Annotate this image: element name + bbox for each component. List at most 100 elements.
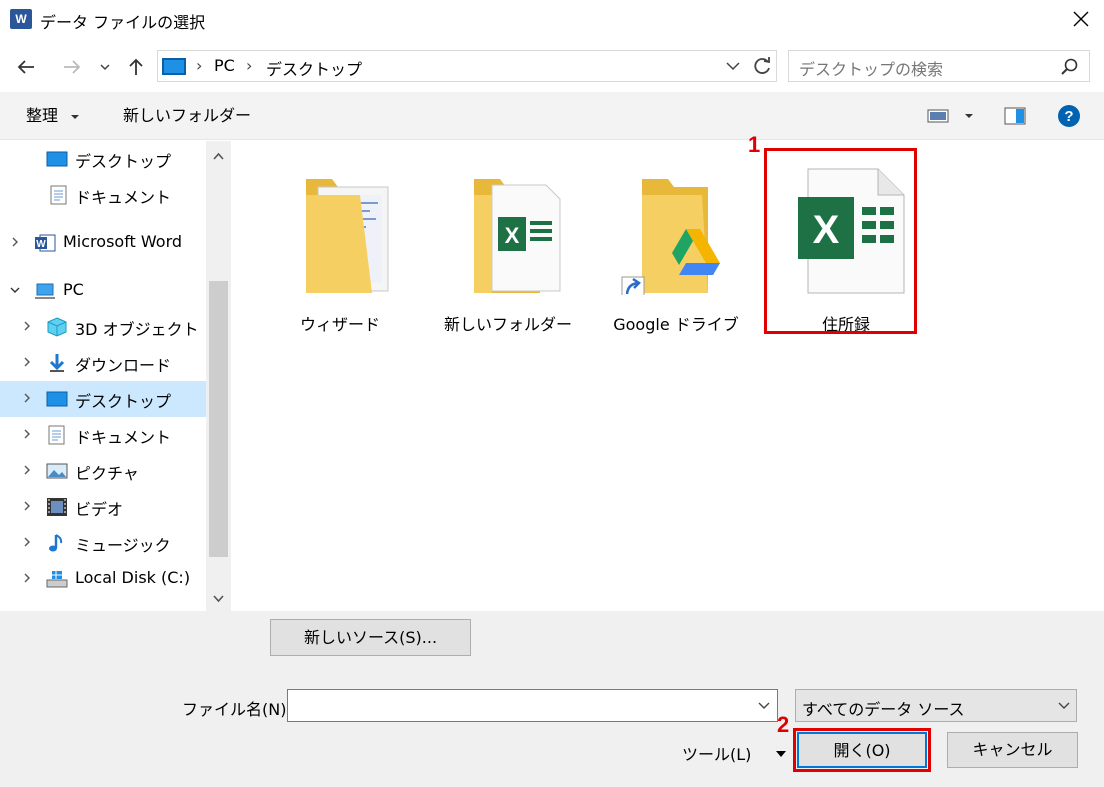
chevron-down-icon <box>726 62 740 71</box>
address-dropdown-button[interactable] <box>722 52 744 80</box>
caret-down-icon <box>965 114 974 118</box>
folder-excel-icon: X <box>474 179 561 293</box>
annotation-number-2: 2 <box>777 712 790 737</box>
svg-text:?: ? <box>1064 108 1073 125</box>
svg-text:X: X <box>505 223 520 248</box>
svg-text:W: W <box>36 239 46 250</box>
help-icon: ? <box>1058 105 1080 127</box>
search-box[interactable]: デスクトップの検索 <box>788 50 1090 82</box>
organize-button[interactable]: 整理 <box>26 104 81 128</box>
file-item-wizard[interactable]: ウィザード <box>265 155 415 334</box>
file-type-select[interactable]: すべてのデータ ソース <box>795 689 1077 722</box>
sidebar-scrollbar[interactable] <box>206 141 231 611</box>
folder-google-drive-icon <box>621 179 720 295</box>
forward-button[interactable] <box>58 52 86 82</box>
help-button[interactable]: ? <box>1057 104 1081 128</box>
chevron-right-icon[interactable] <box>20 463 34 477</box>
sidebar-item-documents-quick[interactable]: ドキュメント <box>0 177 206 213</box>
3d-objects-icon <box>47 317 67 337</box>
preview-pane-button[interactable] <box>1003 104 1027 128</box>
chevron-right-icon[interactable] <box>20 535 34 549</box>
folder-icon <box>306 179 389 293</box>
tools-label: ツール(L) <box>682 745 752 764</box>
disk-icon <box>46 571 68 588</box>
chevron-down-icon <box>100 64 110 71</box>
file-type-value: すべてのデータ ソース <box>802 700 965 719</box>
sidebar-item-desktop[interactable]: デスクトップ <box>0 381 206 417</box>
chevron-right-icon[interactable] <box>20 319 34 333</box>
address-bar[interactable]: › PC › デスクトップ <box>157 50 777 82</box>
chevron-right-icon: › <box>246 56 253 75</box>
annotation-box-1 <box>764 148 917 334</box>
refresh-button[interactable] <box>749 52 775 80</box>
recent-locations-button[interactable] <box>94 52 116 82</box>
desktop-icon <box>46 151 68 167</box>
preview-pane-icon <box>1004 107 1026 125</box>
file-label: ウィザード <box>299 315 380 334</box>
organize-label: 整理 <box>26 106 59 125</box>
file-item-new-folder[interactable]: X 新しいフォルダー <box>433 155 583 334</box>
caret-down-icon <box>775 751 786 757</box>
sidebar-item-videos[interactable]: ビデオ <box>0 489 206 525</box>
sidebar-item-pictures[interactable]: ピクチャ <box>0 453 206 489</box>
breadcrumb-pc[interactable]: PC <box>214 56 235 75</box>
caret-down-icon <box>71 114 80 119</box>
navigation-pane[interactable]: デスクトップ ドキュメント W Microsoft Word PC 3D オブジ… <box>0 141 231 611</box>
chevron-down-icon[interactable] <box>756 698 772 714</box>
tools-button[interactable]: ツール(L) <box>682 741 787 765</box>
chevron-right-icon[interactable] <box>20 499 34 513</box>
chevron-up-icon[interactable] <box>211 149 226 164</box>
pc-icon <box>35 283 55 299</box>
view-icon <box>927 109 949 123</box>
close-button[interactable] <box>1064 4 1098 34</box>
chevron-down-icon[interactable] <box>8 283 22 297</box>
window-title: データ ファイルの選択 <box>40 13 206 32</box>
back-button[interactable] <box>12 52 40 82</box>
breadcrumb-desktop[interactable]: デスクトップ <box>266 56 362 80</box>
annotation-box-2 <box>793 728 931 772</box>
cancel-button[interactable]: キャンセル <box>947 732 1078 768</box>
music-icon <box>49 534 63 552</box>
arrow-left-icon <box>17 60 34 74</box>
file-item-google-drive[interactable]: Google ドライブ <box>601 155 751 334</box>
document-icon <box>48 425 65 445</box>
desktop-icon <box>46 391 68 407</box>
word-icon: W <box>35 234 56 252</box>
chevron-right-icon[interactable] <box>20 355 34 369</box>
sidebar-item-downloads[interactable]: ダウンロード <box>0 345 206 381</box>
sidebar-item-desktop-quick[interactable]: デスクトップ <box>0 141 206 177</box>
sidebar-item-local-disk[interactable]: Local Disk (C:) <box>0 561 206 597</box>
word-app-icon: W <box>10 9 32 29</box>
sidebar-item-microsoft-word[interactable]: W Microsoft Word <box>0 225 206 261</box>
pc-icon <box>162 58 186 75</box>
chevron-right-icon[interactable] <box>20 391 34 405</box>
arrow-up-icon <box>129 58 143 75</box>
up-button[interactable] <box>122 52 150 82</box>
sidebar-item-music[interactable]: ミュージック <box>0 525 206 561</box>
refresh-icon <box>754 57 770 74</box>
chevron-right-icon[interactable] <box>20 427 34 441</box>
file-label: 新しいフォルダー <box>443 315 572 334</box>
chevron-right-icon[interactable] <box>8 235 22 249</box>
sidebar-item-3d-objects[interactable]: 3D オブジェクト <box>0 309 206 345</box>
close-icon <box>1073 11 1089 27</box>
sidebar-item-pc[interactable]: PC <box>0 273 206 309</box>
search-placeholder: デスクトップの検索 <box>799 60 944 79</box>
chevron-right-icon[interactable] <box>20 571 34 585</box>
filename-label: ファイル名(N): <box>182 700 292 719</box>
file-label: Google ドライブ <box>613 315 739 334</box>
search-icon[interactable] <box>1059 57 1079 77</box>
new-source-button[interactable]: 新しいソース(S)... <box>270 619 471 656</box>
file-list[interactable]: ウィザード X 新しいフォルダー Google ドライブ X 住所録 <box>231 141 1104 611</box>
scrollbar-thumb[interactable] <box>209 281 228 557</box>
filename-field[interactable] <box>287 689 778 722</box>
chevron-right-icon: › <box>196 56 203 75</box>
chevron-down-icon[interactable] <box>211 591 226 606</box>
sidebar-item-documents[interactable]: ドキュメント <box>0 417 206 453</box>
view-options-button[interactable] <box>926 104 976 128</box>
download-icon <box>49 354 65 372</box>
pictures-icon <box>46 463 68 479</box>
annotation-number-1: 1 <box>748 132 761 157</box>
new-folder-button[interactable]: 新しいフォルダー <box>123 104 251 128</box>
title-bar: W データ ファイルの選択 <box>0 0 1104 40</box>
